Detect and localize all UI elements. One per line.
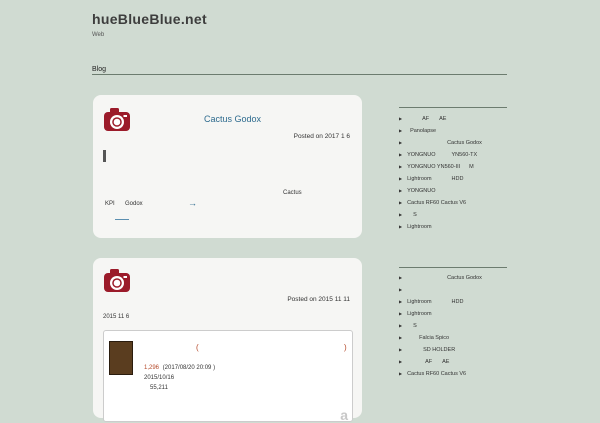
product-title-close: ): [344, 343, 347, 352]
sidebar-link[interactable]: AFAE: [399, 359, 449, 365]
product-rank: 1,296 (2017/08/20 20:09 ): [144, 365, 215, 371]
post-text: Cactus: [283, 190, 302, 196]
post-title[interactable]: Cactus Godox: [93, 114, 372, 124]
post-date: Posted on 2015 11 11: [287, 296, 350, 303]
post-text: KPI: [105, 201, 115, 207]
read-more-arrow-icon[interactable]: →: [188, 198, 197, 208]
sidebar-link[interactable]: Cactus RF60 Cactus V6: [399, 200, 466, 206]
sidebar-link[interactable]: LightroomHDD: [399, 299, 463, 305]
release-date: 2015/10/16: [144, 375, 175, 381]
sidebar-link[interactable]: Cactus RF60 Cactus V6: [399, 371, 466, 377]
amazon-icon[interactable]: a: [340, 407, 348, 423]
book-cover-image[interactable]: [109, 341, 133, 375]
sidebar-link[interactable]: Cactus Godox: [399, 275, 482, 281]
post-date-line: 2015 11 6: [103, 314, 130, 320]
sidebar-link[interactable]: S: [399, 323, 417, 329]
nav-item-blog[interactable]: Blog: [92, 66, 106, 73]
sidebar-link[interactable]: S: [399, 212, 417, 218]
site-title[interactable]: hueBlueBlue.net: [92, 11, 207, 27]
sidebar-link[interactable]: Panolapse: [399, 128, 436, 134]
item-count: 55,211: [150, 385, 168, 391]
product-title-open: (: [196, 343, 199, 352]
sidebar-link[interactable]: Cactus Godox: [399, 140, 482, 146]
post-card: Posted on 2015 11 11 2015 11 6 ( ) 1,296…: [93, 258, 362, 423]
sidebar-link[interactable]: SD HOLDER: [399, 347, 455, 353]
main-nav: Blog: [92, 58, 507, 75]
product-box: ( ) 1,296 (2017/08/20 20:09 ) 2015/10/16…: [103, 330, 353, 423]
sidebar-link[interactable]: Lightroom: [399, 311, 431, 317]
sidebar-link[interactable]: LightroomHDD: [399, 176, 463, 182]
rank-number: 1,296: [144, 365, 160, 371]
sidebar-link[interactable]: [399, 287, 407, 293]
widget-divider: [399, 267, 507, 268]
post-date: Posted on 2017 1 6: [293, 133, 350, 140]
post-text: Godox: [125, 201, 143, 207]
read-more-link[interactable]: [115, 219, 129, 220]
sidebar-link[interactable]: YONGNUO YN560-IIIM: [399, 164, 474, 170]
post-card: Cactus Godox Posted on 2017 1 6 Cactus K…: [93, 95, 362, 238]
rank-time: (2017/08/20 20:09 ): [162, 365, 216, 371]
sidebar-link[interactable]: YONGNUO: [399, 188, 435, 194]
sidebar-link[interactable]: Lightroom: [399, 224, 431, 230]
sidebar-link[interactable]: AFAE: [399, 116, 446, 122]
site-tagline: Web: [92, 32, 105, 38]
sidebar-link[interactable]: YONGNUOYN560-TX: [399, 152, 477, 158]
widget-divider: [399, 107, 507, 108]
camera-icon: [104, 269, 130, 292]
sidebar-link[interactable]: Falcia Spico: [399, 335, 449, 341]
heading-bar: [103, 150, 106, 162]
